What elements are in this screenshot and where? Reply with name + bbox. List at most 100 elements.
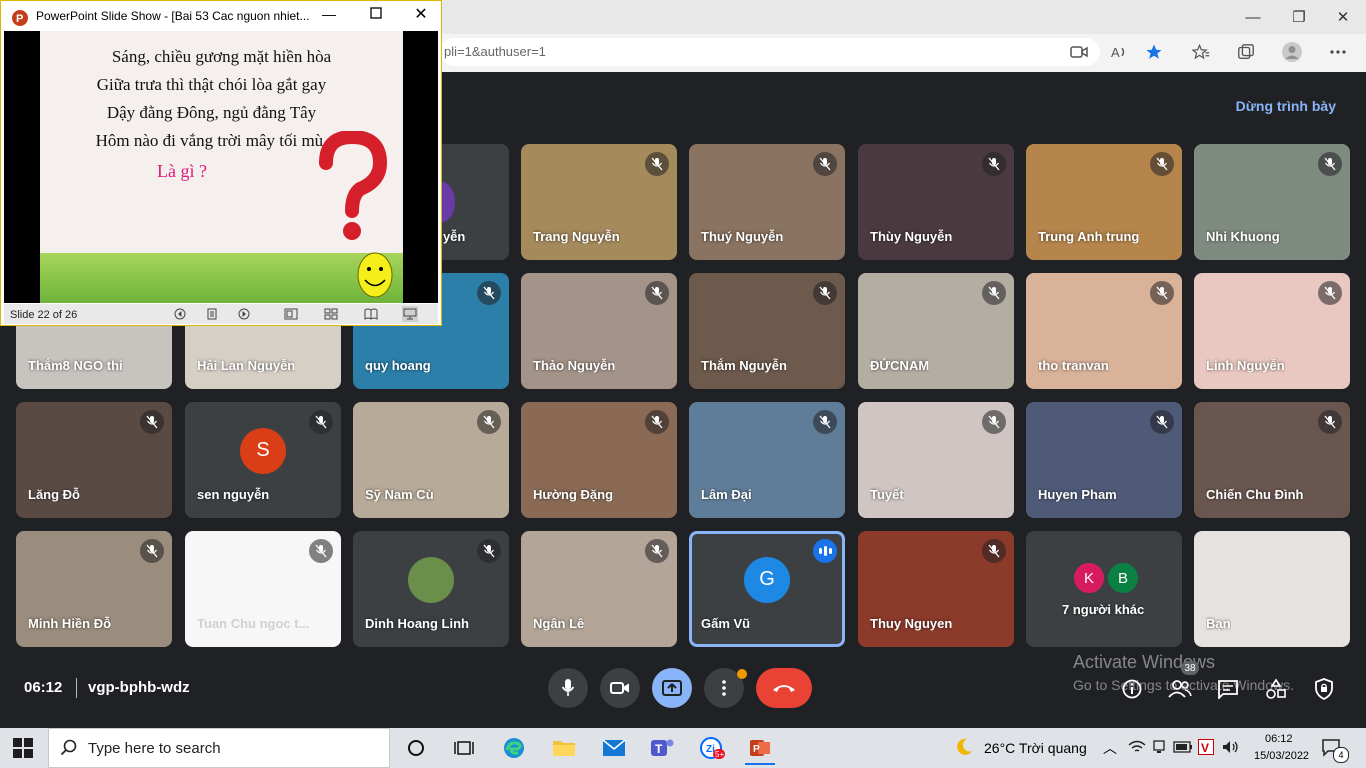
task-view-icon[interactable] (449, 733, 479, 763)
participant-name: Chiến Chu Đình (1206, 487, 1304, 502)
ppt-maximize-icon[interactable] (365, 6, 387, 26)
weather-text[interactable]: 26°C Trời quang (984, 740, 1087, 756)
mic-muted-icon (477, 539, 501, 563)
vietkey-icon[interactable]: V (1198, 739, 1214, 760)
previous-slide-icon[interactable] (172, 306, 188, 322)
participant-tile[interactable]: Thắm Nguyễn (689, 273, 845, 389)
device-icon[interactable] (1151, 740, 1167, 759)
read-aloud-icon[interactable]: A (1106, 40, 1132, 64)
cortana-icon[interactable] (401, 733, 431, 763)
participant-tile[interactable]: Lăng Đỗ (16, 402, 172, 518)
participant-tile[interactable]: Thuý Nguyễn (689, 144, 845, 260)
participant-tile[interactable]: Lâm Đại (689, 402, 845, 518)
mic-muted-icon (645, 410, 669, 434)
participant-tile[interactable]: Thảo Nguyễn (521, 273, 677, 389)
powerpoint-taskbar-icon[interactable]: P (745, 733, 775, 765)
mic-muted-icon (645, 281, 669, 305)
favorites-icon[interactable] (1188, 40, 1214, 64)
more-options-button[interactable] (704, 668, 747, 708)
zalo-icon[interactable]: Zi 5+ (697, 733, 727, 763)
collections-icon[interactable] (1233, 40, 1259, 64)
participant-tile[interactable]: Minh Hiền Đỗ (16, 531, 172, 647)
participant-tile[interactable]: Bạn (1194, 531, 1350, 647)
slide-menu-icon[interactable] (204, 306, 220, 322)
mail-icon[interactable] (599, 733, 629, 763)
svg-text:T: T (655, 742, 663, 756)
normal-view-icon[interactable] (283, 306, 299, 322)
activities-icon[interactable] (1263, 676, 1289, 702)
stop-presenting-button[interactable]: Dừng trình bày (1236, 98, 1336, 114)
end-call-button[interactable] (756, 668, 812, 708)
microphone-button[interactable] (548, 668, 588, 708)
battery-icon[interactable] (1173, 740, 1193, 759)
camera-permission-icon[interactable] (1066, 40, 1092, 64)
taskbar-clock-time[interactable]: 06:12 (1265, 733, 1293, 745)
participant-tile[interactable]: Tuan Chu ngoc t... (185, 531, 341, 647)
participant-tile[interactable]: Trung Anh trung (1026, 144, 1182, 260)
taskbar-search-placeholder: Type here to search (88, 740, 221, 757)
participant-tile[interactable]: Chiến Chu Đình (1194, 402, 1350, 518)
people-icon[interactable] (1167, 676, 1193, 702)
participant-tile[interactable]: Thuy Nguyen (858, 531, 1014, 647)
participant-tile[interactable]: Trang Nguyễn (521, 144, 677, 260)
participant-tile[interactable]: Huyen Pham (1026, 402, 1182, 518)
mic-muted-icon (309, 539, 333, 563)
volume-icon[interactable] (1222, 740, 1240, 759)
ppt-close-icon[interactable]: ✕ (410, 4, 432, 24)
participant-tile[interactable]: ĐỨCNAM (858, 273, 1014, 389)
participant-name: Thuy Nguyen (870, 616, 953, 631)
close-icon[interactable]: ✕ (1320, 0, 1366, 34)
participant-tile[interactable]: Hường Đặng (521, 402, 677, 518)
profile-avatar-icon[interactable] (1279, 40, 1305, 64)
participant-tile[interactable]: KB 7 người khác (1026, 531, 1182, 647)
participant-name: Trung Anh trung (1038, 229, 1140, 244)
edge-browser-icon[interactable] (499, 733, 529, 763)
host-controls-icon[interactable] (1311, 676, 1337, 702)
camera-button[interactable] (600, 668, 640, 708)
chat-icon[interactable] (1215, 676, 1241, 702)
mic-muted-icon (645, 539, 669, 563)
participant-name: Bạn (1206, 616, 1231, 631)
participant-avatar: G (744, 556, 790, 603)
participant-tile[interactable]: Linh Nguyễn (1194, 273, 1350, 389)
svg-text:V: V (1201, 741, 1209, 755)
slideshow-view-icon[interactable] (402, 306, 418, 322)
chevron-up-icon[interactable]: ︿ (1103, 738, 1117, 758)
restore-icon[interactable]: ❐ (1276, 0, 1322, 34)
participant-name: Hải Lan Nguyễn (197, 358, 296, 373)
file-explorer-icon[interactable] (549, 733, 579, 763)
participant-tile[interactable]: tho tranvan (1026, 273, 1182, 389)
next-slide-icon[interactable] (236, 306, 252, 322)
participant-tile[interactable]: Ngân Lê (521, 531, 677, 647)
meeting-code: vgp-bphb-wdz (88, 679, 190, 696)
weather-moon-icon[interactable] (954, 737, 974, 762)
favorite-star-icon[interactable] (1141, 40, 1167, 64)
participant-tile[interactable]: Tuyết (858, 402, 1014, 518)
more-menu-icon[interactable] (1325, 40, 1351, 64)
mic-muted-icon (645, 152, 669, 176)
participant-tile[interactable]: Dinh Hoang Linh (353, 531, 509, 647)
wifi-icon[interactable] (1128, 740, 1146, 759)
participant-tile[interactable]: G Gấm Vũ (689, 531, 845, 647)
slide-counter: Slide 22 of 26 (10, 309, 78, 321)
present-screen-button[interactable] (652, 668, 692, 708)
ppt-minimize-icon[interactable]: — (318, 6, 340, 26)
hangup-icon (773, 685, 795, 692)
participant-tile[interactable]: Ssen nguyễn (185, 402, 341, 518)
notification-count-badge: 4 (1333, 747, 1349, 763)
slide-sorter-icon[interactable] (323, 306, 339, 322)
slide-canvas[interactable]: Sáng, chiều gương mặt hiền hòa Giữa trưa… (40, 31, 403, 303)
reading-view-icon[interactable] (363, 306, 379, 322)
camera-icon (610, 682, 629, 694)
participant-tile[interactable]: Sỹ Nam Cù (353, 402, 509, 518)
taskbar-clock-date[interactable]: 15/03/2022 (1254, 750, 1309, 762)
participant-name: Tuan Chu ngoc t... (197, 616, 310, 631)
mic-muted-icon (140, 539, 164, 563)
minimize-icon[interactable]: — (1230, 0, 1276, 34)
participant-tile[interactable]: Thùy Nguyễn (858, 144, 1014, 260)
participant-name: ĐỨCNAM (870, 358, 930, 373)
teams-icon[interactable]: T (647, 733, 677, 763)
meeting-info-icon[interactable] (1119, 676, 1145, 702)
windows-start-icon[interactable] (12, 737, 34, 764)
participant-tile[interactable]: Nhi Khuong (1194, 144, 1350, 260)
